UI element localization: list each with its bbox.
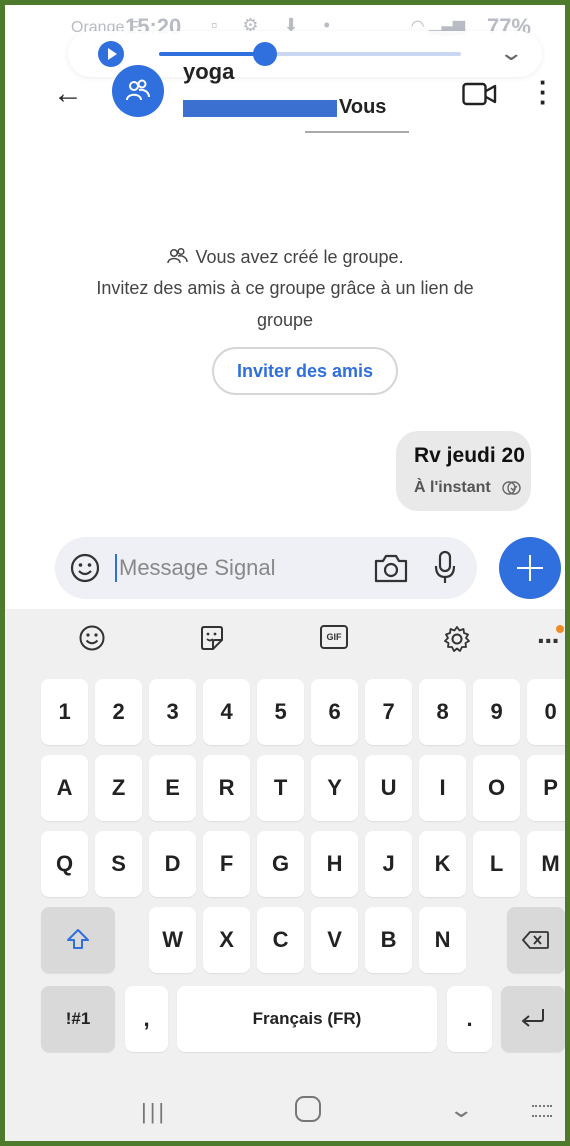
key-b[interactable]: B [365,907,413,973]
message-composer [55,537,477,599]
key-q[interactable]: Q [41,831,89,897]
header-divider [305,131,409,133]
add-attachment-button[interactable] [499,537,561,599]
period-key[interactable]: . [447,986,492,1052]
key-n[interactable]: N [419,907,467,973]
key-z[interactable]: Z [95,755,143,821]
video-call-icon[interactable] [462,81,498,107]
invite-text-line1: Invitez des amis à ce groupe grâce à un … [96,278,474,298]
symbols-key[interactable]: !#1 [41,986,115,1052]
key-r[interactable]: R [203,755,251,821]
key-w[interactable]: W [149,907,197,973]
key-l[interactable]: L [473,831,521,897]
home-icon[interactable] [295,1096,321,1122]
key-u[interactable]: U [365,755,413,821]
back-arrow-icon[interactable]: ← [53,77,83,111]
group-created-notice: Vous avez créé le groupe. Invitez des am… [5,241,565,336]
invite-text: Invitez des amis à ce groupe grâce à un … [5,272,565,336]
group-name[interactable]: yoga [183,59,234,85]
key-k[interactable]: K [419,831,467,897]
key-x[interactable]: X [203,907,251,973]
screen-frame: Orange F 15:20 ▫ ⚙ ⬇ • ◠ ▂▄▆ 77% ⌄ ← yog… [0,0,570,1146]
text-cursor [115,554,117,582]
backspace-icon [522,931,549,949]
comma-key[interactable]: , [125,986,168,1052]
group-icon [126,79,150,101]
key-c[interactable]: C [257,907,305,973]
space-key[interactable]: Français (FR) [177,986,437,1052]
gif-icon[interactable]: GIF [320,625,348,649]
emoji-icon[interactable] [78,624,106,652]
shift-key[interactable] [41,907,115,973]
key-6[interactable]: 6 [311,679,359,745]
recent-apps-icon[interactable]: ||| [141,1099,167,1125]
enter-key[interactable] [501,986,565,1052]
backspace-key[interactable] [507,907,565,973]
key-m[interactable]: M [527,831,565,897]
key-p[interactable]: P [527,755,565,821]
navigation-bar: ||| ⌄ [5,1079,565,1141]
invite-friends-button[interactable]: Inviter des amis [212,347,398,395]
play-icon[interactable] [98,41,124,67]
back-nav-icon[interactable]: ⌄ [448,1097,474,1123]
sticker-icon[interactable] [198,624,226,652]
playback-progress [159,52,265,56]
key-0[interactable]: 0 [527,679,565,745]
microphone-icon[interactable] [433,550,457,586]
message-input[interactable] [119,551,349,585]
key-v[interactable]: V [311,907,359,973]
key-y[interactable]: Y [311,755,359,821]
key-g[interactable]: G [257,831,305,897]
key-h[interactable]: H [311,831,359,897]
key-1[interactable]: 1 [41,679,89,745]
key-7[interactable]: 7 [365,679,413,745]
key-5[interactable]: 5 [257,679,305,745]
key-t[interactable]: T [257,755,305,821]
created-text: Vous avez créé le groupe. [195,247,404,267]
key-8[interactable]: 8 [419,679,467,745]
playback-knob[interactable] [252,42,277,66]
key-3[interactable]: 3 [149,679,197,745]
camera-icon[interactable] [373,552,409,584]
key-a[interactable]: A [41,755,89,821]
playback-slider[interactable] [159,42,461,66]
group-icon [167,247,189,264]
key-f[interactable]: F [203,831,251,897]
shift-icon [67,929,89,949]
key-9[interactable]: 9 [473,679,521,745]
key-4[interactable]: 4 [203,679,251,745]
enter-icon [522,1009,544,1027]
keyboard: GIF ··· 1234567890 AZERTYUIOP QSDFGHJKLM WX… [5,609,565,1141]
invite-text-line2: groupe [256,310,314,330]
key-j[interactable]: J [365,831,413,897]
delivered-icon [502,481,521,495]
notification-dot [556,625,564,633]
message-time: À l'instant [414,479,491,496]
message-bubble[interactable]: Rv jeudi 20 À l'instant [396,431,531,511]
message-text: Rv jeudi 20 [414,444,525,467]
members-suffix: Vous [339,96,387,118]
group-avatar[interactable] [112,65,164,117]
more-options-icon[interactable]: · · · [539,69,548,115]
chevron-down-icon[interactable]: ⌄ [498,40,524,66]
conversation-header: ← yoga Vous · · · [5,59,565,135]
key-s[interactable]: S [95,831,143,897]
key-i[interactable]: I [419,755,467,821]
emoji-icon[interactable] [69,552,101,584]
key-d[interactable]: D [149,831,197,897]
redacted-members [183,100,337,117]
keyboard-toolbar: GIF ··· [5,609,565,667]
settings-icon[interactable] [442,624,472,654]
key-2[interactable]: 2 [95,679,143,745]
key-o[interactable]: O [473,755,521,821]
key-e[interactable]: E [149,755,197,821]
keyboard-switch-icon[interactable] [532,1105,552,1117]
